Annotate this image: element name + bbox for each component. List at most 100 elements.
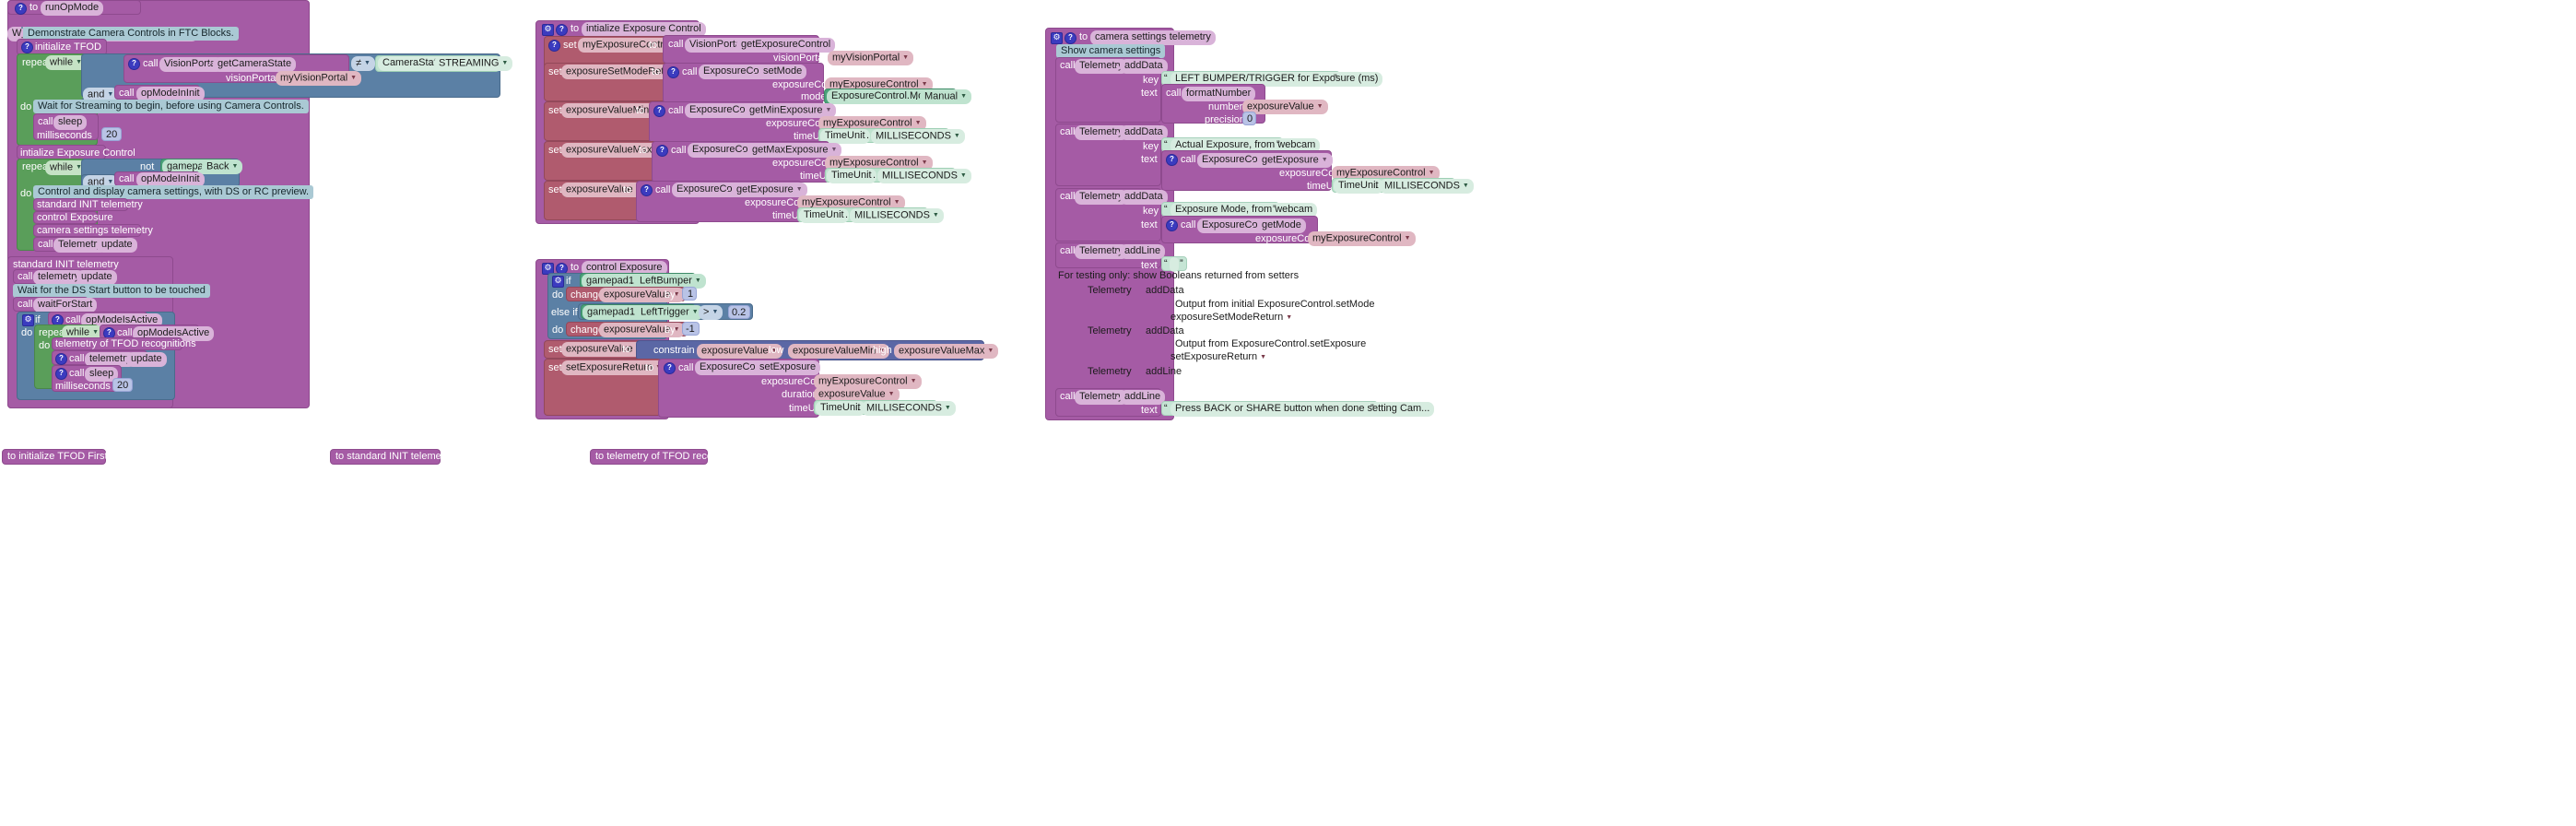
format-number-field[interactable]: formatNumber	[1182, 87, 1256, 101]
call-label: call	[69, 353, 85, 364]
my-vision-portal-var[interactable]: myVisionPortal ▼	[276, 71, 362, 86]
add-data-field[interactable]: addData	[1120, 190, 1168, 205]
method-label: getMaxExposure	[752, 144, 829, 156]
help-icon[interactable]	[1166, 154, 1178, 166]
add-line-field[interactable]: addLine	[1120, 244, 1166, 259]
set-mode-field[interactable]: setMode	[759, 65, 807, 79]
gear-icon[interactable]	[1051, 31, 1063, 44]
var-exposure-value[interactable]: exposureValue▼	[561, 183, 647, 197]
wait-for-start-field[interactable]: waitForStart	[33, 298, 98, 313]
key-label: key	[1143, 141, 1159, 152]
collapsed-label: to telemetry of TFOD recogn...	[595, 451, 733, 462]
time-unit-field[interactable]: TimeUnit	[827, 169, 876, 183]
greater-than-dropdown[interactable]: > ▼	[699, 305, 723, 320]
procedure-name-field[interactable]: runOpMode	[41, 1, 104, 16]
streaming-field[interactable]: STREAMING ▼	[434, 56, 513, 71]
milliseconds-field[interactable]: MILLISECONDS ▼	[877, 169, 971, 183]
not-equal-dropdown[interactable]: ≠ ▼	[351, 56, 375, 71]
method-label: getMinExposure	[749, 104, 823, 116]
add-line-field[interactable]: addLine	[1120, 390, 1166, 405]
to-label: to	[623, 184, 632, 195]
method-label: getExposure	[1262, 154, 1319, 166]
back-button-field[interactable]: Back ▼	[202, 159, 243, 174]
help-icon[interactable]	[556, 24, 568, 36]
set-label: set	[563, 40, 577, 51]
chevron-down-icon: ▼	[1286, 313, 1293, 321]
get-exposure-field[interactable]: getExposure ▼	[1257, 153, 1333, 168]
update-field[interactable]: update	[76, 270, 117, 285]
help-icon[interactable]	[667, 66, 679, 78]
open-quote: “	[1164, 258, 1168, 269]
help-icon[interactable]	[548, 40, 560, 52]
help-icon[interactable]	[15, 3, 27, 15]
collapsed-block-initialize-tfod[interactable]: to initialize TFOD First,...	[2, 449, 119, 465]
help-icon[interactable]	[1065, 32, 1076, 44]
get-exposure-field[interactable]: getExposure ▼	[732, 183, 807, 197]
dot-separator: .	[1252, 153, 1255, 164]
milliseconds-field[interactable]: MILLISECONDS ▼	[850, 208, 944, 223]
update-field-2[interactable]: update	[126, 352, 167, 367]
get-exposure-control-field[interactable]: getExposureControl	[736, 38, 836, 53]
milliseconds-label: MILLISECONDS	[854, 209, 930, 221]
help-icon[interactable]	[664, 362, 676, 374]
milliseconds-field[interactable]: MILLISECONDS ▼	[1380, 179, 1474, 194]
help-icon[interactable]	[653, 105, 665, 117]
final-text-field[interactable]: Press BACK or SHARE button when done set…	[1170, 402, 1435, 417]
call-label: call	[119, 88, 135, 99]
time-unit-field[interactable]: TimeUnit	[799, 208, 849, 223]
help-icon[interactable]	[55, 368, 67, 380]
help-icon[interactable]	[641, 184, 653, 196]
milliseconds-field[interactable]: MILLISECONDS ▼	[862, 401, 956, 416]
collapsed-block-standard-init-telemetry[interactable]: to standard INIT telemetry ...	[330, 449, 464, 465]
manual-mode-field[interactable]: Manual ▼	[920, 89, 972, 104]
chevron-down-icon: ▼	[1316, 103, 1323, 110]
chevron-down-icon: ▼	[888, 391, 895, 397]
var-exposure-value-max[interactable]: exposureValueMax▼	[561, 143, 666, 158]
add-data-field[interactable]: addData	[1120, 59, 1168, 74]
get-mode-field[interactable]: getMode	[1257, 218, 1306, 233]
call-label: call	[1060, 60, 1076, 71]
sleep-field[interactable]: sleep	[53, 115, 88, 130]
dot-separator: .	[742, 143, 746, 154]
help-icon[interactable]	[1166, 219, 1178, 231]
disabled-row-3-obj: Telemetry	[1088, 366, 1132, 377]
gear-icon[interactable]	[22, 313, 34, 326]
chevron-down-icon: ▼	[795, 186, 803, 193]
add-data-field[interactable]: addData	[1120, 125, 1168, 140]
high-label: high	[873, 345, 892, 356]
chevron-down-icon: ▼	[1462, 183, 1469, 189]
var-exposure-value[interactable]: exposureValue▼	[561, 342, 647, 357]
get-camera-state-field[interactable]: getCameraState	[213, 57, 297, 72]
help-icon[interactable]	[656, 145, 668, 157]
disabled-row-3-method: addLine	[1146, 366, 1182, 377]
milliseconds-field[interactable]: MILLISECONDS ▼	[871, 129, 965, 144]
collapsed-block-tfod-recognitions[interactable]: to telemetry of TFOD recogn...	[590, 449, 732, 465]
precision-value: 0	[1247, 113, 1253, 124]
my-vision-portal-var[interactable]: myVisionPortal ▼	[828, 51, 914, 65]
help-icon[interactable]	[128, 58, 140, 70]
blockly-workspace[interactable]: to runOpMode W_Blocks_ExposureControl_TF…	[0, 0, 2576, 826]
gear-icon[interactable]	[552, 275, 564, 288]
gear-icon[interactable]	[542, 23, 554, 36]
my-exposure-control-var[interactable]: myExposureControl ▼	[1308, 231, 1416, 246]
help-icon[interactable]	[55, 353, 67, 365]
var-label: exposureValue	[604, 324, 671, 336]
set-exposure-field[interactable]: setExposure	[755, 360, 821, 375]
left-trigger-field[interactable]: LeftTrigger ▼	[636, 305, 703, 320]
text-label: text	[1141, 405, 1158, 416]
key-label: key	[1143, 206, 1159, 217]
vision-portal-param-label: visionPortal	[226, 73, 278, 84]
help-icon[interactable]	[21, 41, 33, 53]
dot-separator: .	[739, 103, 743, 114]
var-exposure-value-min[interactable]: exposureValueMin▼	[561, 103, 664, 118]
get-max-exposure-field[interactable]: getMaxExposure ▼	[747, 143, 842, 158]
comment-ds-start: Wait for the DS Start button to be touch…	[13, 284, 210, 298]
chevron-down-icon: ▼	[830, 147, 838, 153]
update-field[interactable]: update	[97, 238, 137, 253]
dot-separator: .	[631, 306, 635, 317]
call-label: call	[1060, 391, 1076, 402]
constrain-high-var[interactable]: exposureValueMax ▼	[894, 344, 999, 359]
dot-separator: .	[72, 270, 76, 281]
call-label: call	[1166, 88, 1182, 99]
procedure-name-field[interactable]: camera settings telemetry	[1090, 30, 1216, 45]
